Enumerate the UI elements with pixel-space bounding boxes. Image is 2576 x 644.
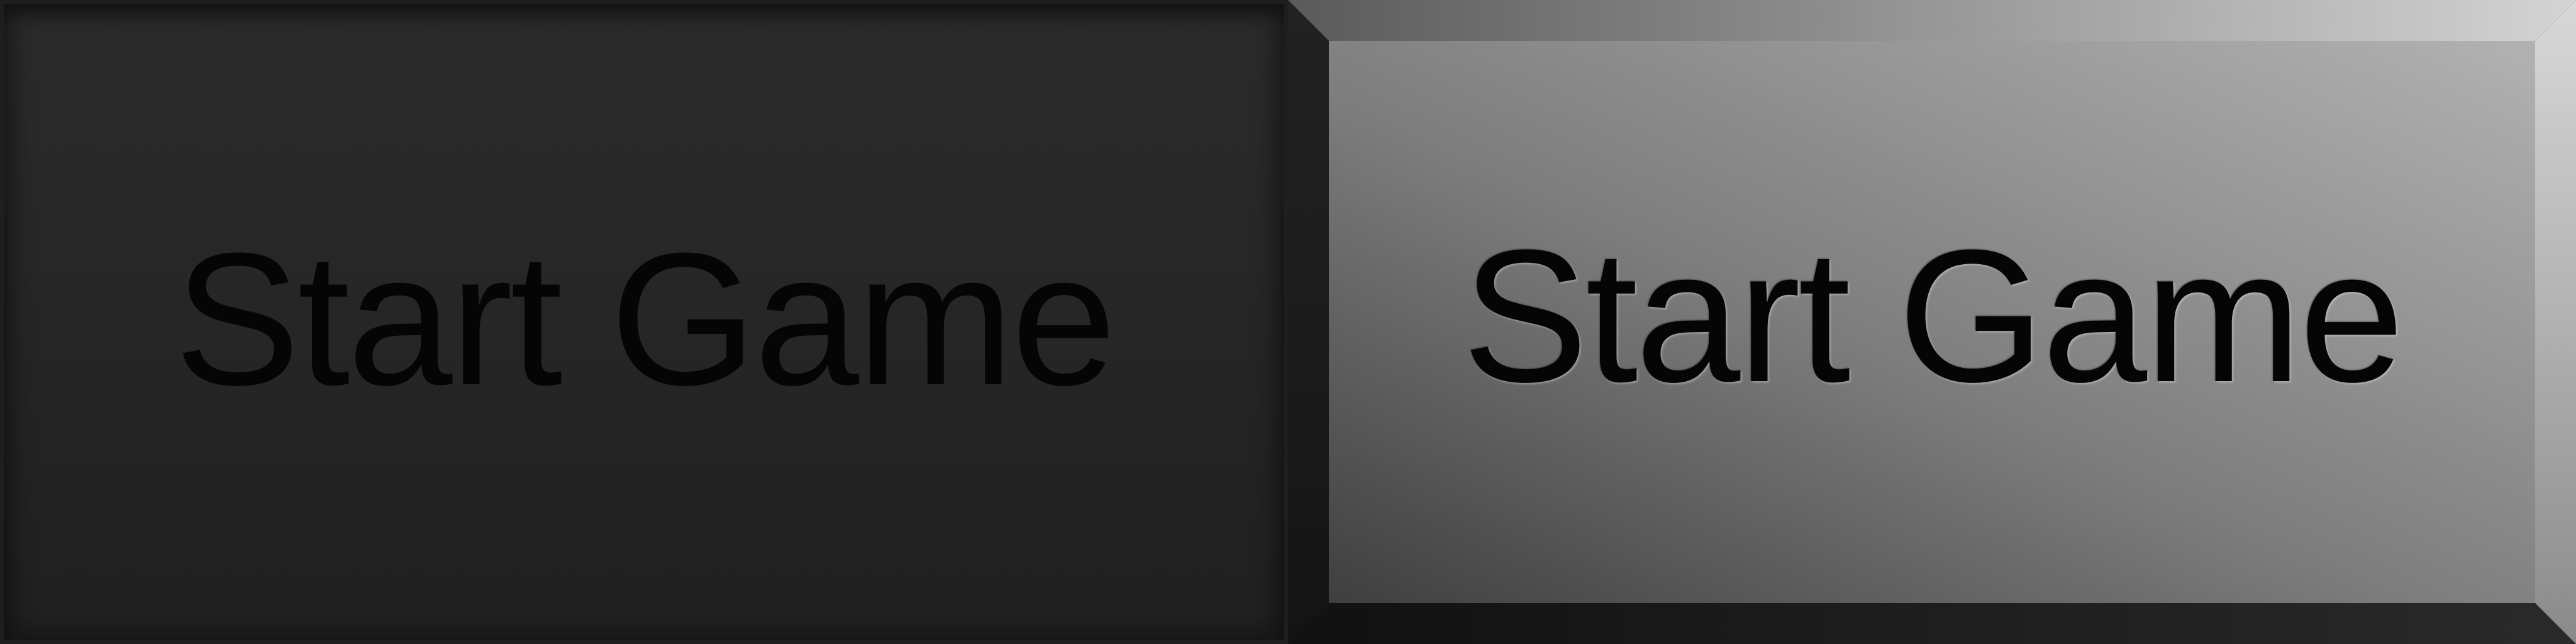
start-game-button[interactable]: Start Game xyxy=(1288,0,2576,644)
button-sprite-sheet: Start Game Start Game xyxy=(0,0,2576,644)
start-game-label: Start Game xyxy=(174,213,1116,425)
start-game-button-pressed[interactable]: Start Game xyxy=(0,0,1288,644)
start-game-label: Start Game xyxy=(1462,210,2404,421)
